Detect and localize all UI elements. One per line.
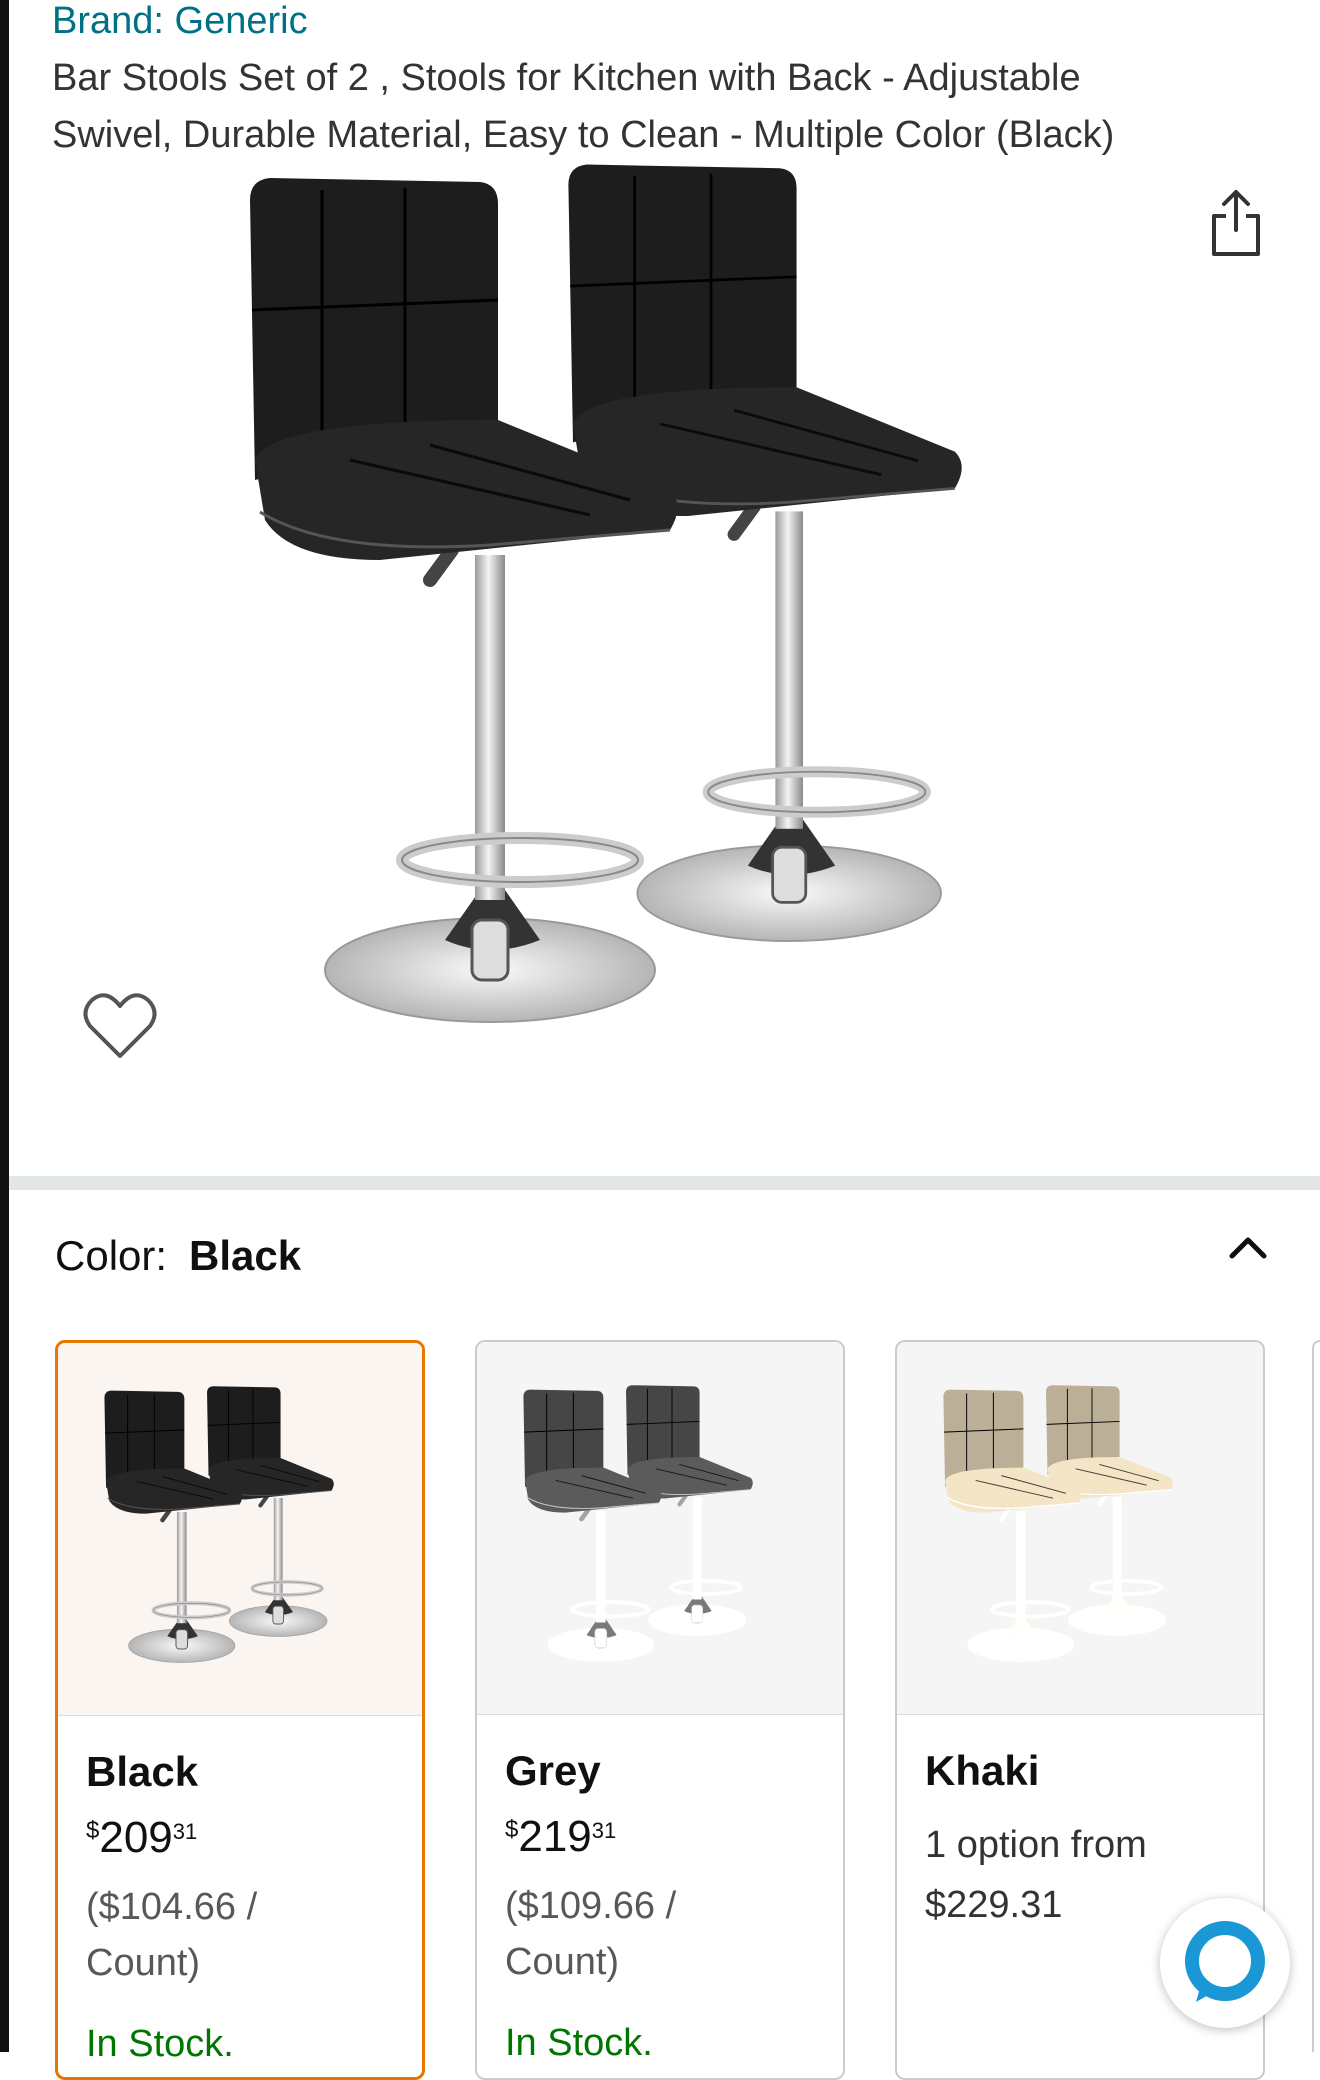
next-swatch-edge[interactable]	[1312, 1340, 1320, 2052]
swatch-price: $21931	[505, 1812, 617, 1861]
stock-status: In Stock.	[86, 2023, 234, 2065]
swatch-name: Black	[86, 1748, 199, 1795]
swatch-black-image	[98, 1383, 388, 1683]
swatch-image	[897, 1342, 1263, 1715]
product-title: Bar Stools Set of 2 , Stools for Kitchen…	[52, 57, 1115, 156]
swatch-black[interactable]: Black $20931 ($104.66 /Count) In Stock.	[55, 1340, 425, 2080]
swatch-grey[interactable]: Grey $21931 ($109.66 /Count) In Stock.	[475, 1340, 845, 2080]
chevron-up-icon[interactable]	[1226, 1232, 1270, 1262]
heart-icon[interactable]	[82, 990, 158, 1062]
swatch-grey-image	[517, 1382, 807, 1682]
swatch-image	[477, 1342, 843, 1715]
brand-link[interactable]: Brand: Generic	[52, 0, 308, 43]
unit-price: ($109.66 /Count)	[505, 1885, 677, 1983]
swatch-name: Khaki	[925, 1747, 1040, 1794]
alexa-icon[interactable]	[1160, 1898, 1290, 2028]
swatch-image	[58, 1343, 422, 1716]
swatch-khaki-image	[937, 1382, 1227, 1682]
product-image[interactable]	[230, 160, 1130, 1080]
swatch-price: $20931	[86, 1813, 198, 1862]
stock-status: In Stock.	[505, 2022, 653, 2064]
unit-price: ($104.66 /Count)	[86, 1886, 258, 1984]
color-selector-header: Color: Black	[55, 1232, 301, 1280]
color-label: Color:	[55, 1232, 168, 1279]
swatch-name: Grey	[505, 1747, 601, 1794]
selected-color: Black	[189, 1232, 302, 1279]
section-divider	[9, 1176, 1320, 1190]
share-icon[interactable]	[1208, 188, 1264, 260]
alexa-ring-icon	[1185, 1921, 1265, 2002]
screen-edge	[0, 0, 9, 2052]
